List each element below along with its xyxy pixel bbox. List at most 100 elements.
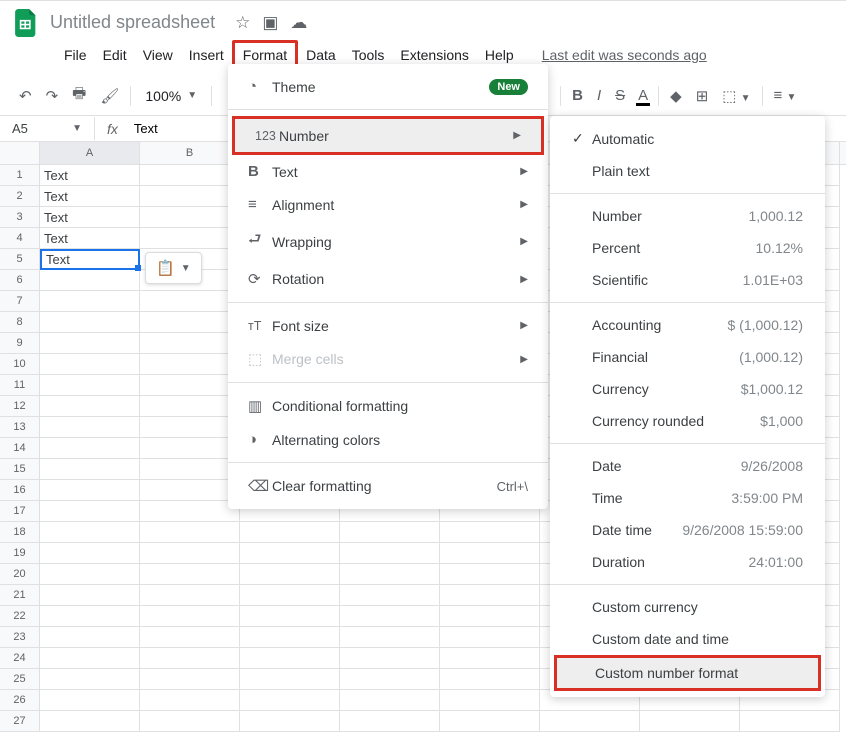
row-header[interactable]: 21 bbox=[0, 585, 40, 606]
row-header[interactable]: 13 bbox=[0, 417, 40, 438]
paste-options-widget[interactable]: 📋▼ bbox=[145, 252, 202, 284]
cell[interactable]: Text bbox=[40, 207, 140, 228]
cell[interactable] bbox=[140, 585, 240, 606]
format-number[interactable]: 123 Number ▶ bbox=[232, 116, 544, 155]
numfmt-currency[interactable]: Currency $1,000.12 bbox=[550, 373, 825, 405]
cell[interactable] bbox=[440, 543, 540, 564]
cell[interactable] bbox=[40, 459, 140, 480]
format-conditional[interactable]: ▥ Conditional formatting bbox=[228, 389, 548, 423]
numfmt-custom-number[interactable]: Custom number format bbox=[554, 655, 821, 691]
numfmt-currency-rounded[interactable]: Currency rounded $1,000 bbox=[550, 405, 825, 437]
cell[interactable] bbox=[140, 438, 240, 459]
cell[interactable] bbox=[140, 375, 240, 396]
row-header[interactable]: 16 bbox=[0, 480, 40, 501]
row-header[interactable]: 11 bbox=[0, 375, 40, 396]
cell[interactable] bbox=[340, 690, 440, 711]
row-header[interactable]: 9 bbox=[0, 333, 40, 354]
row-header[interactable]: 1 bbox=[0, 165, 40, 186]
numfmt-plain-text[interactable]: Plain text bbox=[550, 155, 825, 187]
cell[interactable] bbox=[140, 354, 240, 375]
row-header[interactable]: 2 bbox=[0, 186, 40, 207]
numfmt-custom-datetime[interactable]: Custom date and time bbox=[550, 623, 825, 655]
cell[interactable] bbox=[140, 480, 240, 501]
redo-icon[interactable]: ↷ bbox=[39, 81, 66, 111]
menu-edit[interactable]: Edit bbox=[95, 43, 135, 67]
numfmt-time[interactable]: Time 3:59:00 PM bbox=[550, 482, 825, 514]
cell[interactable]: Text bbox=[40, 165, 140, 186]
row-header[interactable]: 20 bbox=[0, 564, 40, 585]
print-icon[interactable]: 🖶 bbox=[65, 77, 93, 114]
cell[interactable] bbox=[40, 417, 140, 438]
cell[interactable] bbox=[40, 648, 140, 669]
cell-active[interactable]: Text bbox=[40, 249, 140, 270]
cell[interactable] bbox=[40, 354, 140, 375]
cell[interactable] bbox=[140, 186, 240, 207]
cell[interactable] bbox=[140, 459, 240, 480]
text-color-icon[interactable]: A bbox=[632, 83, 654, 108]
numfmt-number[interactable]: Number 1,000.12 bbox=[550, 200, 825, 232]
cell[interactable] bbox=[440, 648, 540, 669]
cell[interactable] bbox=[240, 690, 340, 711]
cell[interactable]: Text bbox=[40, 228, 140, 249]
numfmt-date[interactable]: Date 9/26/2008 bbox=[550, 450, 825, 482]
cell[interactable] bbox=[340, 564, 440, 585]
cell[interactable] bbox=[40, 564, 140, 585]
cell[interactable] bbox=[40, 606, 140, 627]
cell[interactable] bbox=[140, 690, 240, 711]
cell[interactable] bbox=[340, 648, 440, 669]
cell[interactable] bbox=[40, 585, 140, 606]
column-header[interactable]: A bbox=[40, 142, 140, 164]
cell[interactable] bbox=[240, 564, 340, 585]
row-header[interactable]: 24 bbox=[0, 648, 40, 669]
italic-icon[interactable]: I bbox=[590, 81, 608, 110]
cell[interactable] bbox=[240, 648, 340, 669]
numfmt-datetime[interactable]: Date time 9/26/2008 15:59:00 bbox=[550, 514, 825, 546]
cell[interactable] bbox=[140, 501, 240, 522]
format-font-size[interactable]: ᴛT Font size ▶ bbox=[228, 309, 548, 342]
row-header[interactable]: 19 bbox=[0, 543, 40, 564]
row-header[interactable]: 15 bbox=[0, 459, 40, 480]
cloud-icon[interactable]: ☁ bbox=[290, 13, 307, 33]
format-alternating[interactable]: ◑ Alternating colors bbox=[228, 423, 548, 456]
cell[interactable] bbox=[40, 669, 140, 690]
row-header[interactable]: 12 bbox=[0, 396, 40, 417]
cell[interactable] bbox=[140, 627, 240, 648]
undo-icon[interactable]: ↶ bbox=[12, 81, 39, 111]
numfmt-duration[interactable]: Duration 24:01:00 bbox=[550, 546, 825, 578]
menu-insert[interactable]: Insert bbox=[181, 43, 232, 67]
cell[interactable] bbox=[140, 291, 240, 312]
cell[interactable] bbox=[240, 606, 340, 627]
cell[interactable] bbox=[440, 669, 540, 690]
cell[interactable] bbox=[240, 627, 340, 648]
cell[interactable] bbox=[140, 648, 240, 669]
last-edit-link[interactable]: Last edit was seconds ago bbox=[542, 47, 707, 63]
select-all-corner[interactable] bbox=[0, 142, 40, 164]
cell[interactable] bbox=[240, 585, 340, 606]
cell[interactable] bbox=[340, 543, 440, 564]
cell[interactable] bbox=[40, 522, 140, 543]
format-wrapping[interactable]: ⮐ Wrapping ▶ bbox=[228, 221, 548, 262]
cell[interactable] bbox=[140, 417, 240, 438]
cell[interactable] bbox=[340, 585, 440, 606]
cell[interactable] bbox=[440, 690, 540, 711]
row-header[interactable]: 4 bbox=[0, 228, 40, 249]
cell[interactable] bbox=[40, 312, 140, 333]
row-header[interactable]: 18 bbox=[0, 522, 40, 543]
row-header[interactable]: 10 bbox=[0, 354, 40, 375]
row-header[interactable]: 25 bbox=[0, 669, 40, 690]
format-rotation[interactable]: ⟳ Rotation ▶ bbox=[228, 262, 548, 296]
cell[interactable] bbox=[40, 291, 140, 312]
move-icon[interactable]: ▣ bbox=[262, 13, 278, 33]
row-header[interactable]: 22 bbox=[0, 606, 40, 627]
strikethrough-icon[interactable]: S bbox=[608, 81, 632, 110]
row-header[interactable]: 3 bbox=[0, 207, 40, 228]
numfmt-financial[interactable]: Financial (1,000.12) bbox=[550, 341, 825, 373]
cell[interactable] bbox=[240, 522, 340, 543]
format-alignment[interactable]: ≡ Alignment ▶ bbox=[228, 188, 548, 221]
star-icon[interactable]: ☆ bbox=[235, 13, 250, 33]
row-header[interactable]: 8 bbox=[0, 312, 40, 333]
cell[interactable] bbox=[340, 627, 440, 648]
cell-reference[interactable]: A5▼ bbox=[0, 117, 95, 140]
zoom-dropdown[interactable]: 100%▼ bbox=[135, 84, 207, 108]
cell[interactable] bbox=[40, 501, 140, 522]
